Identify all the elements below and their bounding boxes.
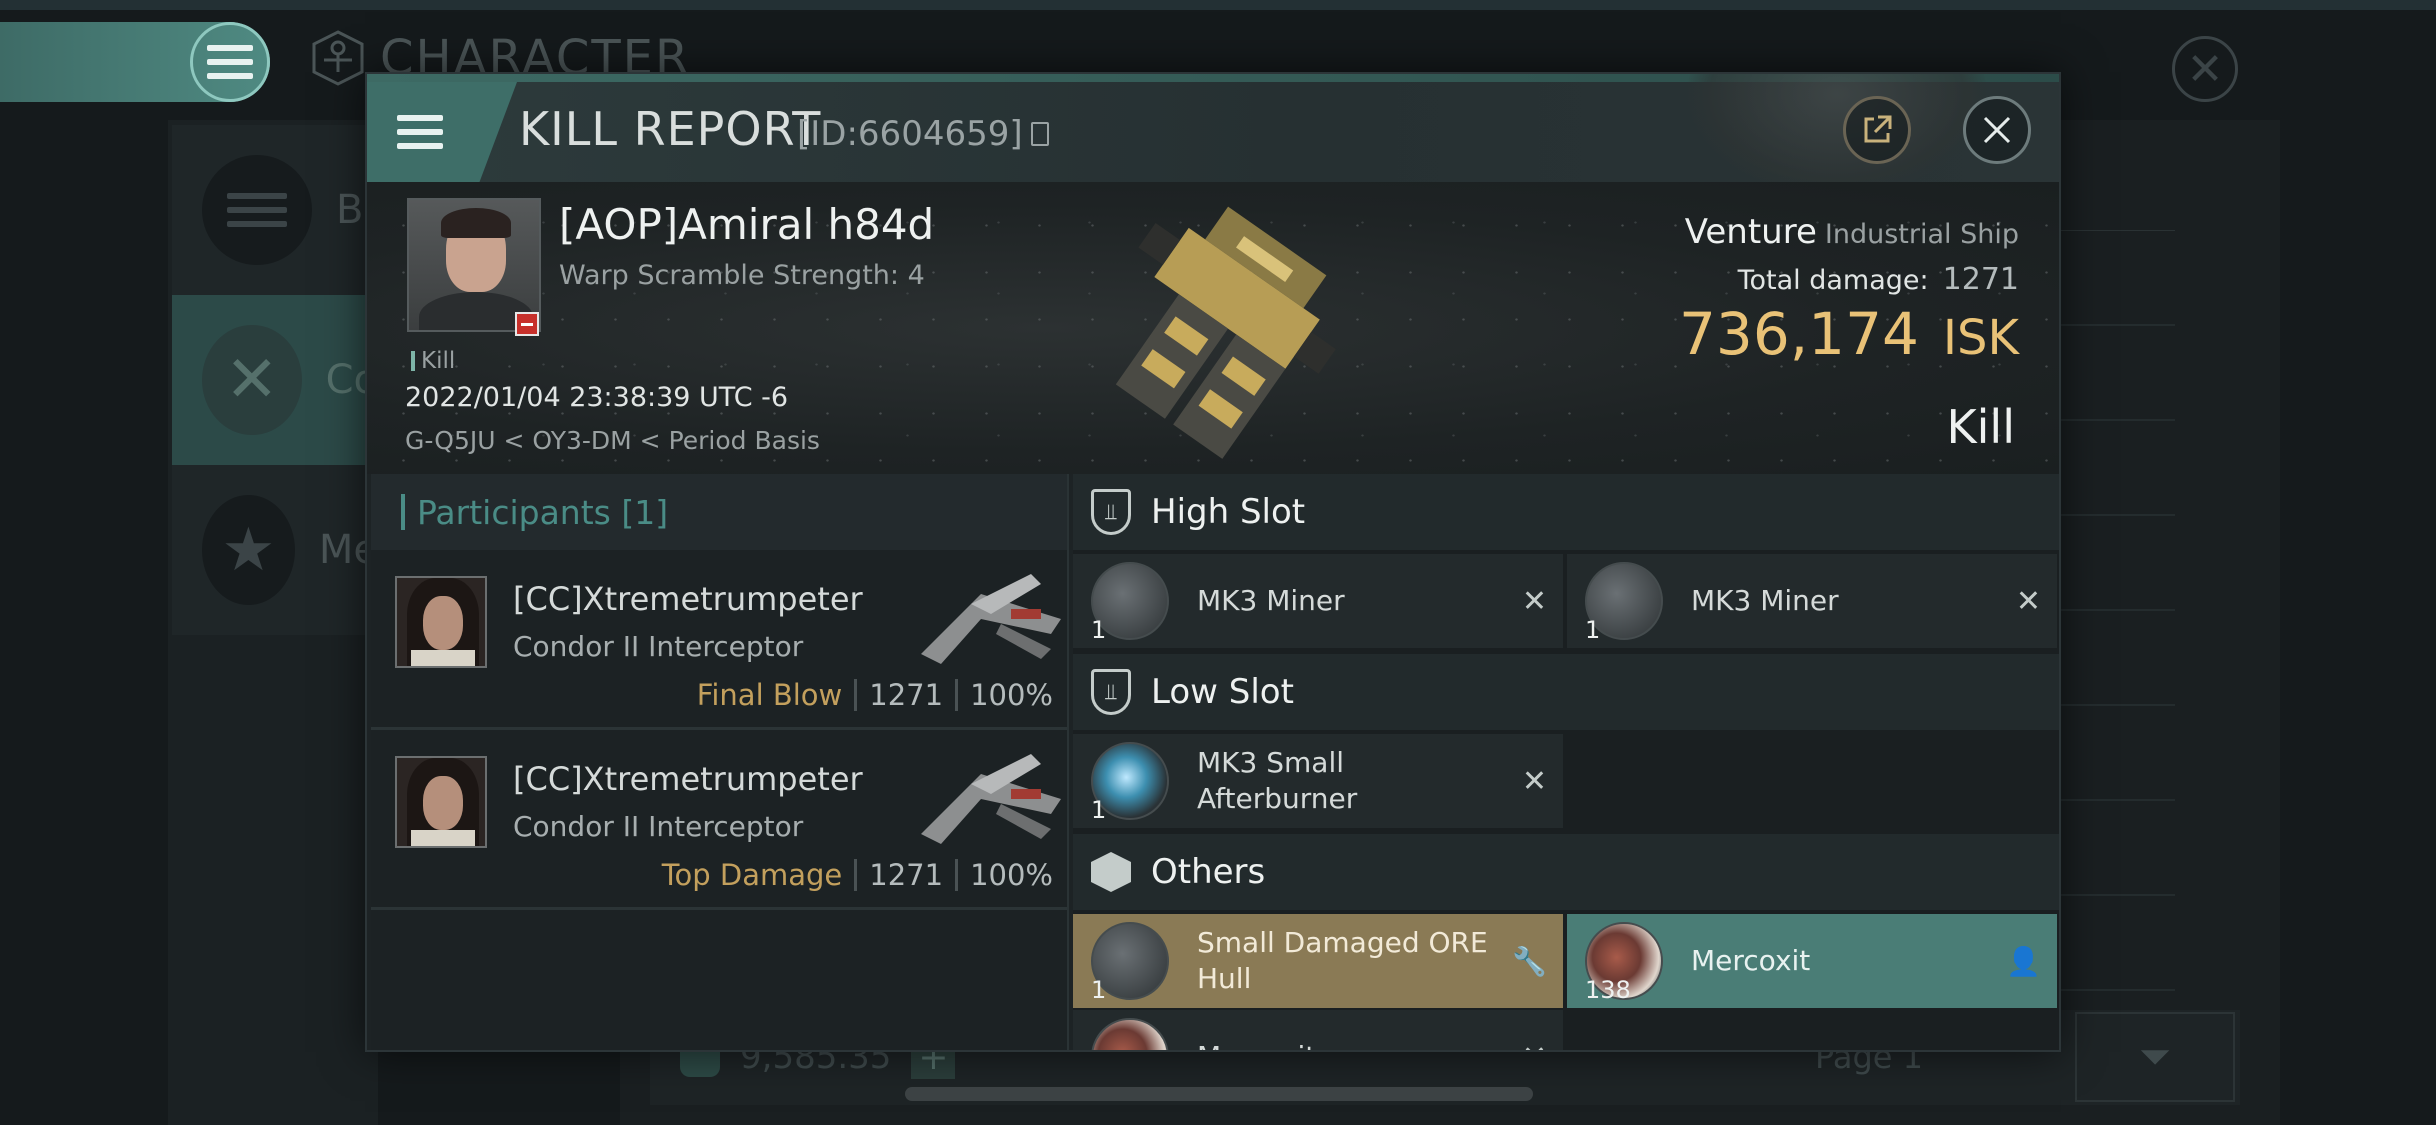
- main-menu-button[interactable]: [0, 22, 270, 102]
- mercoxit-ore-icon: [1091, 1018, 1169, 1050]
- kill-result: Kill: [1946, 400, 2015, 454]
- kill-id[interactable]: [ID:6604659]: [797, 114, 1049, 154]
- crossed-swords-icon: ✕: [202, 325, 302, 435]
- menu-icon: [190, 22, 270, 102]
- person-icon: 👤: [2006, 944, 2041, 978]
- participant-portrait[interactable]: [395, 756, 487, 848]
- standing-badge: [515, 312, 539, 336]
- fitting-panel: ⫫ High Slot 1 MK3 Miner ✕ 1 MK3 Miner ✕ …: [1073, 474, 2059, 1051]
- filter-icon[interactable]: ⏷: [2075, 1012, 2235, 1102]
- kill-tag: Kill: [411, 348, 455, 374]
- star-medal-icon: ★: [202, 495, 295, 605]
- participant-stats: Final Blow 1271 100%: [696, 678, 1053, 712]
- participant-portrait[interactable]: [395, 576, 487, 668]
- fitting-item[interactable]: 1 MK3 Miner ✕: [1567, 554, 2057, 648]
- participant-stats: Top Damage 1271 100%: [661, 858, 1053, 892]
- high-slot-icon: ⫫: [1091, 489, 1131, 535]
- destroyed-icon: ✕: [1521, 763, 1547, 799]
- fitting-item[interactable]: 1 MK3 Miner ✕: [1073, 554, 1563, 648]
- copy-icon[interactable]: [1030, 122, 1049, 146]
- participant-ship: Condor II Interceptor: [513, 630, 804, 663]
- isk-value: 736,174 ISK: [1679, 300, 2019, 368]
- top-bar: [0, 0, 2436, 10]
- low-slot-header: ⫫ Low Slot: [1073, 654, 2059, 730]
- menu-icon: [397, 115, 443, 149]
- share-icon: [1864, 115, 1892, 143]
- modal-title: KILL REPORT: [519, 102, 822, 156]
- victim-name[interactable]: [AOP]Amiral h84d: [559, 200, 934, 249]
- list-icon: [202, 155, 312, 265]
- share-button[interactable]: [1843, 96, 1911, 164]
- participant-row[interactable]: [CC]Xtremetrumpeter Condor II Intercepto…: [371, 550, 1067, 730]
- vitruvian-icon: [312, 30, 364, 86]
- participant-name: [CC]Xtremetrumpeter: [513, 760, 863, 798]
- condor-ship-image: [921, 574, 1061, 664]
- victim-summary: [AOP]Amiral h84d Warp Scramble Strength:…: [367, 182, 2059, 474]
- others-header: Others: [1073, 834, 2059, 910]
- participants-panel: Participants [1] [CC]Xtremetrumpeter Con…: [371, 474, 1069, 1050]
- ship-type[interactable]: Venture Industrial Ship: [1685, 212, 2019, 252]
- close-icon[interactable]: ✕: [2172, 36, 2238, 102]
- side-item-bio[interactable]: Bi: [172, 125, 378, 295]
- destroyed-icon: ✕: [1522, 1040, 1547, 1051]
- side-item-combat[interactable]: ✕ Co: [172, 295, 378, 465]
- close-icon: [1983, 116, 2011, 144]
- participant-row[interactable]: [CC]Xtremetrumpeter Condor II Intercepto…: [371, 730, 1067, 910]
- condor-ship-image: [921, 754, 1061, 844]
- kill-datetime: 2022/01/04 23:38:39 UTC -6: [405, 382, 789, 413]
- warp-scramble-strength: Warp Scramble Strength: 4: [559, 260, 925, 291]
- home-indicator[interactable]: [905, 1087, 1533, 1101]
- side-item-medals[interactable]: ★ Me: [172, 465, 378, 635]
- destroyed-icon: ✕: [2015, 583, 2041, 619]
- participant-name: [CC]Xtremetrumpeter: [513, 580, 863, 618]
- fitting-item[interactable]: 138 Mercoxit 👤: [1567, 914, 2057, 1008]
- cargo-cube-icon: [1091, 852, 1131, 892]
- fitting-item[interactable]: 1 Small Damaged ORE Hull 🔧: [1073, 914, 1563, 1008]
- destroyed-icon: ✕: [1521, 583, 1547, 619]
- participants-header: Participants [1]: [371, 474, 1067, 550]
- participant-ship: Condor II Interceptor: [513, 810, 804, 843]
- total-damage: Total damage: 1271: [1737, 262, 2019, 297]
- fitting-item[interactable]: Mercoxit ✕: [1073, 1010, 1563, 1051]
- high-slot-header: ⫫ High Slot: [1073, 474, 2059, 550]
- venture-ship-image: [1115, 206, 1336, 459]
- kill-location[interactable]: G-Q5JU < OY3-DM < Period Basis: [405, 426, 820, 455]
- low-slot-icon: ⫫: [1091, 669, 1131, 715]
- close-button[interactable]: [1963, 96, 2031, 164]
- wrench-icon: 🔧: [1512, 944, 1547, 978]
- kill-report-modal: KILL REPORT [ID:6604659] [AOP]Amiral h84…: [365, 72, 2061, 1052]
- fitting-item[interactable]: 1 MK3 Small Afterburner ✕: [1073, 734, 1563, 828]
